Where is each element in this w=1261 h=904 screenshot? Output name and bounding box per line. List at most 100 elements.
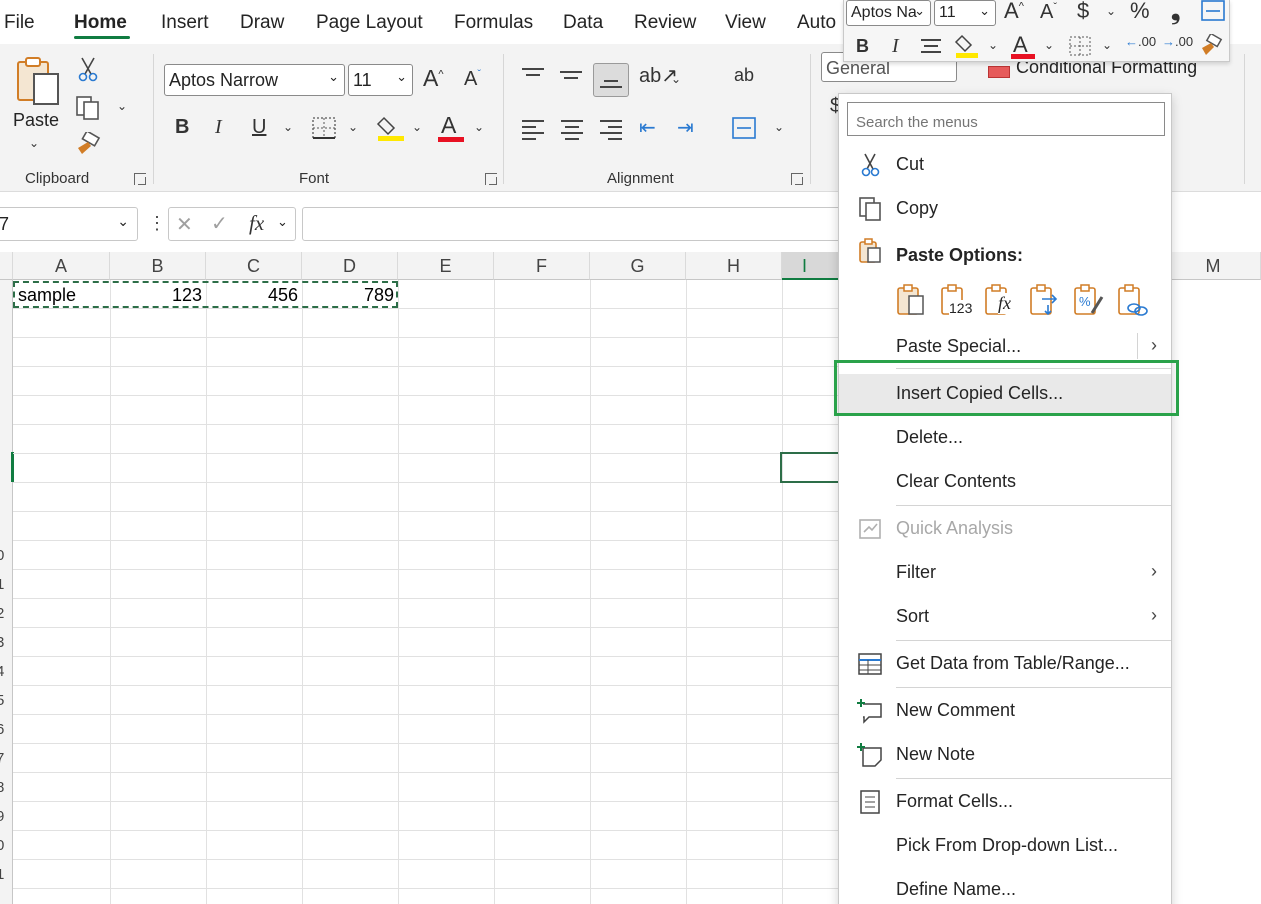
- decrease-indent-icon[interactable]: ⇤: [639, 118, 656, 138]
- alignment-launcher-icon[interactable]: [791, 173, 803, 185]
- mini-shrink-font-icon[interactable]: Aˇ: [1040, 2, 1057, 22]
- font-color-dropdown-icon[interactable]: ⌄: [474, 120, 484, 134]
- column-header-e[interactable]: E: [398, 252, 494, 280]
- formula-input[interactable]: [302, 207, 842, 241]
- select-all-corner[interactable]: [0, 252, 13, 280]
- orientation-dropdown-icon[interactable]: ⌄: [671, 72, 681, 86]
- align-center-icon[interactable]: [561, 116, 583, 144]
- enter-icon[interactable]: ✓: [211, 211, 228, 236]
- cell-b1[interactable]: 123: [110, 285, 202, 306]
- column-header-a[interactable]: A: [13, 252, 110, 280]
- row-number[interactable]: 7: [0, 750, 4, 767]
- paste-dropdown-icon[interactable]: ⌄: [29, 136, 39, 150]
- mini-currency-icon[interactable]: $: [1077, 0, 1089, 22]
- column-header-f[interactable]: F: [494, 252, 590, 280]
- menu-item-filter[interactable]: Filter ›: [839, 553, 1171, 593]
- menu-item-pick-from-list[interactable]: Pick From Drop-down List...: [839, 826, 1171, 866]
- tab-file[interactable]: File: [4, 12, 35, 34]
- mini-bold-button[interactable]: B: [856, 37, 869, 55]
- mini-fill-dropdown-icon[interactable]: ⌄: [988, 38, 998, 52]
- shrink-font-icon[interactable]: Aˇ: [464, 69, 481, 89]
- menu-item-cut[interactable]: Cut: [839, 145, 1171, 185]
- menu-item-format-cells[interactable]: Format Cells...: [839, 782, 1171, 822]
- mini-italic-button[interactable]: I: [892, 36, 899, 56]
- underline-button[interactable]: U: [252, 117, 266, 137]
- menu-item-sort[interactable]: Sort ›: [839, 597, 1171, 637]
- row-number[interactable]: 5: [0, 692, 4, 709]
- active-cell[interactable]: [780, 452, 840, 483]
- row-number[interactable]: 0: [0, 837, 4, 854]
- column-header-m[interactable]: M: [1166, 252, 1261, 280]
- cut-icon[interactable]: [77, 56, 99, 82]
- borders-icon[interactable]: [311, 116, 337, 140]
- copy-icon[interactable]: [75, 95, 101, 121]
- clipboard-launcher-icon[interactable]: [134, 173, 146, 185]
- merge-center-icon[interactable]: [731, 116, 757, 140]
- more-options-icon[interactable]: ⋮: [148, 213, 166, 234]
- mini-decrease-decimal-icon[interactable]: →.00: [1162, 35, 1193, 48]
- mini-font-name-combo[interactable]: Aptos Na ⌄: [846, 0, 931, 26]
- tab-automate[interactable]: Auto: [797, 12, 836, 34]
- paste-option-formulas-icon[interactable]: fx: [983, 283, 1017, 317]
- menu-item-new-comment[interactable]: New Comment: [839, 691, 1171, 731]
- mini-font-color-icon[interactable]: A: [1013, 34, 1028, 56]
- menu-item-copy[interactable]: Copy: [839, 189, 1171, 229]
- menu-item-define-name[interactable]: Define Name...: [839, 870, 1171, 904]
- tab-home[interactable]: Home: [74, 12, 127, 34]
- chevron-right-icon[interactable]: ›: [1151, 335, 1157, 356]
- fill-color-dropdown-icon[interactable]: ⌄: [412, 120, 422, 134]
- paste-option-values-icon[interactable]: 123: [939, 283, 973, 317]
- paste-icon[interactable]: [14, 56, 62, 108]
- mini-format-painter-icon[interactable]: [1198, 34, 1224, 58]
- copy-dropdown-icon[interactable]: ⌄: [117, 99, 127, 113]
- paste-option-link-icon[interactable]: [1116, 283, 1150, 317]
- tab-insert[interactable]: Insert: [161, 12, 209, 34]
- column-header-c[interactable]: C: [206, 252, 302, 280]
- row-number[interactable]: 9: [0, 808, 4, 825]
- font-color-icon[interactable]: A: [441, 114, 456, 137]
- tab-data[interactable]: Data: [563, 12, 603, 34]
- tab-page-layout[interactable]: Page Layout: [316, 12, 423, 34]
- paste-option-formatting-icon[interactable]: %: [1072, 283, 1106, 317]
- row-number[interactable]: 0: [0, 547, 4, 564]
- font-launcher-icon[interactable]: [485, 173, 497, 185]
- mini-borders-icon[interactable]: [1068, 35, 1092, 57]
- menu-item-get-data[interactable]: Get Data from Table/Range...: [839, 644, 1171, 684]
- mini-comma-icon[interactable]: ❟: [1171, 0, 1180, 24]
- row-number[interactable]: 1: [0, 866, 4, 883]
- row-number[interactable]: 3: [0, 634, 4, 651]
- mini-font-size-combo[interactable]: 11 ⌄: [934, 0, 996, 26]
- align-top-icon[interactable]: [522, 64, 544, 80]
- cell-a1[interactable]: sample: [18, 285, 76, 306]
- mini-fill-color-icon[interactable]: [954, 33, 982, 59]
- tab-formulas[interactable]: Formulas: [454, 12, 533, 34]
- fill-color-icon[interactable]: [376, 114, 406, 142]
- mini-percent-icon[interactable]: %: [1130, 0, 1150, 22]
- cell-d1[interactable]: 789: [302, 285, 394, 306]
- cancel-icon[interactable]: ✕: [176, 212, 193, 237]
- increase-indent-icon[interactable]: ⇥: [677, 118, 694, 138]
- align-right-icon[interactable]: [600, 116, 622, 144]
- row-number[interactable]: 4: [0, 663, 4, 680]
- row-number[interactable]: 1: [0, 576, 4, 593]
- cell-c1[interactable]: 456: [206, 285, 298, 306]
- mini-grow-font-icon[interactable]: A^: [1004, 0, 1024, 22]
- mini-align-center-icon[interactable]: [921, 35, 941, 57]
- tab-view[interactable]: View: [725, 12, 766, 34]
- paste-option-paste-icon[interactable]: [895, 283, 929, 317]
- mini-font-color-dropdown-icon[interactable]: ⌄: [1044, 38, 1054, 52]
- align-left-icon[interactable]: [522, 116, 544, 144]
- insert-function-icon[interactable]: fx: [249, 211, 264, 236]
- name-box[interactable]: 7 ⌄: [0, 207, 138, 241]
- tab-draw[interactable]: Draw: [240, 12, 284, 34]
- column-header-g[interactable]: G: [590, 252, 686, 280]
- menu-item-delete[interactable]: Delete...: [839, 418, 1171, 458]
- wrap-text-icon[interactable]: ab: [734, 66, 754, 84]
- paste-option-transpose-icon[interactable]: [1028, 283, 1062, 317]
- menu-search-input[interactable]: [847, 102, 1165, 136]
- font-name-combo[interactable]: Aptos Narrow ⌄: [164, 64, 345, 96]
- mini-currency-dropdown-icon[interactable]: ⌄: [1106, 4, 1116, 18]
- format-painter-icon[interactable]: [74, 132, 102, 158]
- borders-dropdown-icon[interactable]: ⌄: [348, 120, 358, 134]
- row-number[interactable]: 8: [0, 779, 4, 796]
